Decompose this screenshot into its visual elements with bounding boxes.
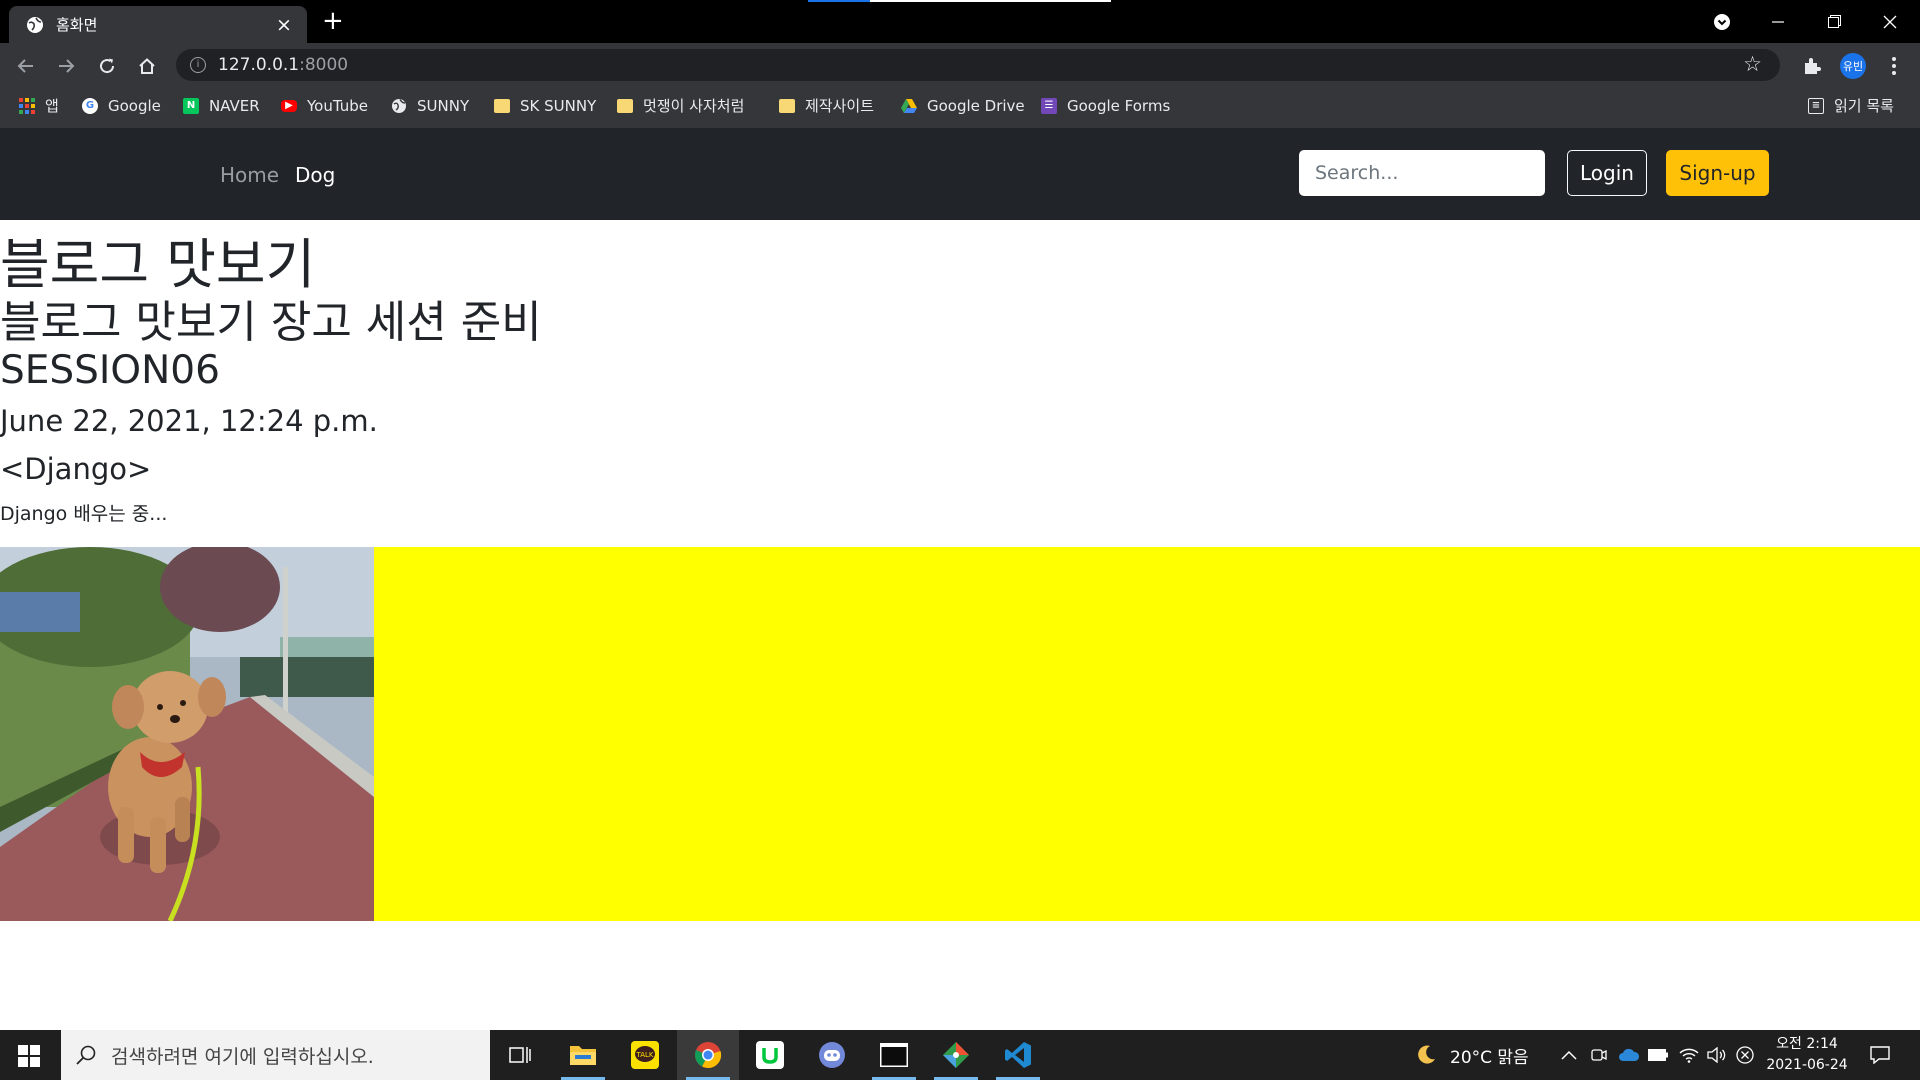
restore-icon[interactable] [1806, 0, 1862, 43]
onedrive-icon[interactable] [1618, 1030, 1640, 1080]
browser-tab[interactable]: 홈화면 × [9, 6, 307, 43]
title-progress-strip [808, 0, 1111, 2]
moon-icon [1418, 1045, 1435, 1064]
bookmark-label: SUNNY [417, 96, 470, 115]
post-title: 블로그 맛보기 장고 세션 준비 [0, 297, 542, 348]
volume-icon[interactable] [1707, 1030, 1727, 1080]
bookmark-label: Google [108, 96, 161, 115]
home-icon[interactable] [135, 54, 159, 78]
bookmark-label: 제작사이트 [805, 97, 875, 115]
tab-search-icon[interactable] [1694, 0, 1750, 43]
youtube-icon: ▶ [281, 99, 297, 112]
close-window-icon[interactable] [1862, 0, 1918, 43]
post-date: June 22, 2021, 12:24 p.m. [0, 404, 378, 438]
folder-icon [494, 98, 510, 113]
new-tab-button[interactable]: + [322, 7, 344, 35]
reload-icon[interactable] [95, 54, 119, 78]
site-navbar: Home Dog Search... Login Sign-up [0, 128, 1920, 220]
bookmark-google-forms[interactable]: ☰ Google Forms [1041, 87, 1170, 124]
bookmark-label: Google Drive [927, 96, 1025, 115]
post-tag: <Django> [0, 452, 152, 486]
reading-list-icon: ≡ [1808, 97, 1824, 114]
browser-toolbar: i 127.0.0.1:8000 ☆ 유빈 [0, 43, 1920, 87]
bookmark-label: Google Forms [1067, 96, 1171, 115]
google-drive-icon [901, 98, 917, 114]
kakaotalk-icon[interactable]: TALK [614, 1030, 676, 1080]
bookmark-apps[interactable]: 앱 [19, 87, 59, 124]
svg-text:TALK: TALK [635, 1051, 653, 1059]
bookmark-google[interactable]: G Google [82, 87, 161, 124]
sourcetree-icon[interactable] [925, 1030, 987, 1080]
taskbar-clock[interactable]: 오전 2:14 2021-06-24 [1755, 1034, 1859, 1076]
nav-home-link[interactable]: Home [220, 163, 279, 187]
meet-icon[interactable] [1591, 1030, 1607, 1080]
task-view-icon[interactable] [489, 1030, 551, 1080]
ime-status-icon[interactable] [1736, 1030, 1754, 1080]
bookmark-sunny[interactable]: SUNNY [391, 87, 469, 124]
battery-icon[interactable] [1648, 1030, 1668, 1080]
chrome-icon[interactable] [677, 1030, 739, 1080]
windows-start-icon[interactable] [18, 1045, 40, 1067]
post-body: Django 배우는 중... [0, 503, 168, 525]
bookmark-label: NAVER [209, 96, 260, 115]
bookmark-label: SK SUNNY [520, 96, 597, 115]
windows-taskbar: 검색하려면 여기에 입력하십시오. TALK 20°C 맑음 오전 2:14 2… [0, 1030, 1920, 1080]
bookmark-label: 멋쟁이 사자처럼 [643, 97, 745, 115]
bookmark-making-sites[interactable]: 제작사이트 [779, 87, 874, 124]
reading-list[interactable]: ≡ 읽기 목록 [1808, 87, 1894, 124]
reading-list-label: 읽기 목록 [1834, 97, 1894, 115]
search-input[interactable]: Search... [1299, 150, 1545, 196]
bookmarks-bar: 앱 G Google N NAVER ▶ YouTube SUNNY SK SU… [0, 87, 1920, 128]
globe-icon [391, 98, 407, 114]
file-explorer-icon[interactable] [552, 1030, 614, 1080]
wifi-icon[interactable] [1679, 1030, 1699, 1080]
login-button[interactable]: Login [1567, 150, 1647, 196]
folder-icon [617, 98, 633, 113]
google-icon: G [82, 97, 98, 114]
folder-icon [779, 98, 795, 113]
tab-close-icon[interactable]: × [271, 14, 297, 36]
yellow-banner [0, 547, 1920, 921]
notification-icon[interactable] [1870, 1030, 1890, 1080]
address-bar[interactable]: i 127.0.0.1:8000 ☆ [176, 49, 1780, 81]
tab-title: 홈화면 [56, 16, 98, 34]
apps-grid-icon [19, 97, 35, 114]
tray-chevron-icon[interactable] [1561, 1030, 1577, 1080]
forward-icon[interactable] [54, 54, 78, 78]
back-icon[interactable] [14, 54, 38, 78]
extensions-icon[interactable] [1800, 54, 1824, 78]
bookmark-likelion[interactable]: 멋쟁이 사자처럼 [617, 87, 744, 124]
taskbar-search[interactable]: 검색하려면 여기에 입력하십시오. [61, 1030, 490, 1080]
clock-time: 오전 2:14 [1776, 1036, 1838, 1052]
globe-icon [26, 16, 44, 34]
weather-text: 20°C 맑음 [1450, 1047, 1529, 1068]
bookmark-youtube[interactable]: ▶ YouTube [281, 87, 368, 124]
naver-icon: N [183, 97, 199, 114]
bookmark-label: 앱 [45, 97, 59, 115]
bookmark-sk-sunny[interactable]: SK SUNNY [494, 87, 596, 124]
dog-photo [0, 547, 374, 921]
discord-icon[interactable] [801, 1030, 863, 1080]
vscode-icon[interactable] [987, 1030, 1049, 1080]
google-forms-icon: ☰ [1041, 97, 1057, 114]
search-icon [76, 1045, 96, 1065]
session-heading: SESSION06 [0, 348, 220, 393]
signup-button[interactable]: Sign-up [1666, 150, 1769, 196]
site-info-icon[interactable]: i [190, 57, 206, 73]
url-text: 127.0.0.1:8000 [218, 55, 349, 75]
bookmark-label: YouTube [307, 96, 368, 115]
more-menu-icon[interactable] [1882, 54, 1906, 78]
terminal-icon[interactable] [863, 1030, 925, 1080]
taskbar-search-placeholder: 검색하려면 여기에 입력하십시오. [111, 1045, 374, 1068]
nav-dog-link[interactable]: Dog [295, 163, 335, 187]
browser-titlebar: 홈화면 × + [0, 0, 1920, 43]
weather-widget[interactable]: 20°C 맑음 [1414, 1030, 1529, 1080]
profile-avatar[interactable]: 유빈 [1840, 53, 1866, 79]
bookmark-google-drive[interactable]: Google Drive [901, 87, 1025, 124]
naver-works-icon[interactable] [739, 1030, 801, 1080]
clock-date: 2021-06-24 [1766, 1057, 1848, 1073]
bookmark-star-icon[interactable]: ☆ [1743, 52, 1762, 76]
minimize-icon[interactable] [1750, 0, 1806, 43]
bookmark-naver[interactable]: N NAVER [183, 87, 260, 124]
